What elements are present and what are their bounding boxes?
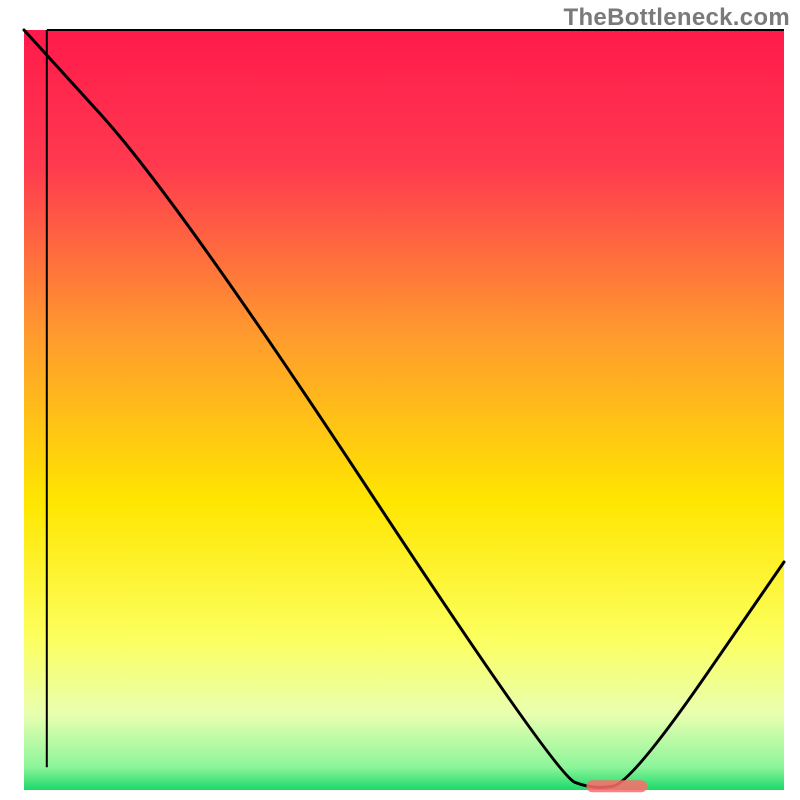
- chart-stage: TheBottleneck.com: [0, 0, 800, 800]
- plot-background: [24, 30, 784, 790]
- optimal-marker: [586, 780, 647, 792]
- bottleneck-chart: [0, 0, 800, 800]
